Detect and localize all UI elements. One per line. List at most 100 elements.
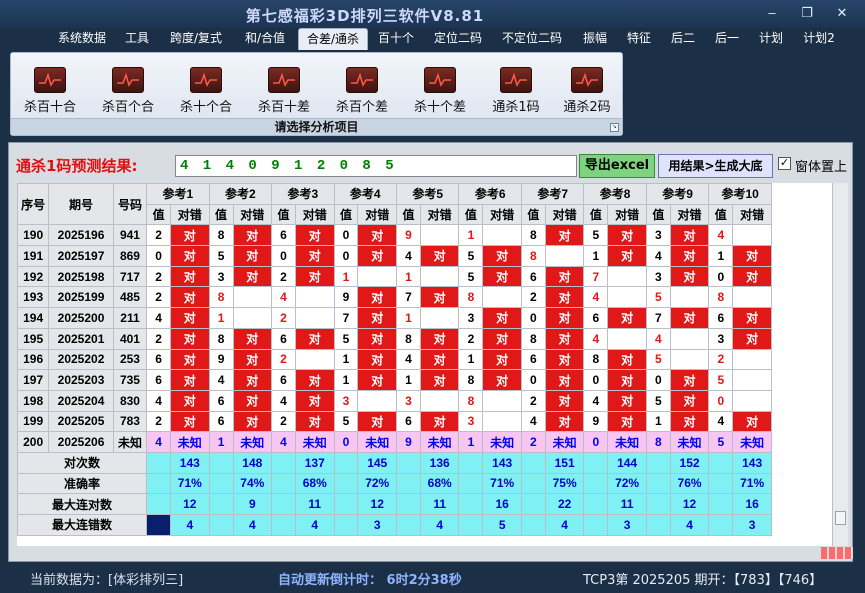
pending-row[interactable]: 200 2025206 未知 4 未知 1 未知 4 未知 0 未知 9 未知 1 未知 2 未知 0 未知 8 未知 5… <box>17 431 772 453</box>
export-excel-button[interactable]: 导出excel <box>579 154 655 178</box>
stat-spacer-cell <box>208 472 234 495</box>
pending-result-cell: 未知 <box>294 431 335 453</box>
ribbon-kill-bs-sum[interactable]: 杀百十合 <box>15 67 85 115</box>
stat-value-cell: 4 <box>419 514 460 536</box>
ref-value-cell: 6 <box>208 410 234 433</box>
tab-nonpositional-two[interactable]: 不定位二码 <box>494 28 570 50</box>
stat-value-cell: 12 <box>357 493 397 515</box>
chart-icon <box>268 67 300 93</box>
tab-span-compound[interactable]: 跨度/复式 <box>160 28 232 50</box>
ref-result-cell: 对 <box>170 245 210 267</box>
ref-value-cell: 3 <box>458 307 484 329</box>
close-button[interactable]: ✕ <box>830 4 854 22</box>
tab-sum-value[interactable]: 和/合值 <box>236 28 294 50</box>
ref-value-cell: 7 <box>645 307 671 329</box>
ref-result-cell <box>732 369 772 391</box>
tab-positional-two[interactable]: 定位二码 <box>426 28 490 50</box>
row-seq: 192 <box>17 265 50 288</box>
prediction-label: 通杀1码预测结果: <box>16 157 138 175</box>
results-grid: 序号 期号 号码 参考1 参考2 参考3 参考4 参考5 参考6 参考7 参考8… <box>17 183 832 546</box>
table-row[interactable]: 192 2025198 717 2 对 3 对 2 对 1 1 5 对 6 对 7 3 对 0 对 <box>17 265 772 288</box>
stat-spacer-cell <box>583 472 609 495</box>
table-row[interactable]: 195 2025201 401 2 对 8 对 6 对 5 对 8 对 2 对 8 对 4 4 3 对 <box>17 327 772 350</box>
pending-value-cell: 4 <box>146 431 172 453</box>
generate-base-button[interactable]: 用结果>生成大底 <box>658 154 773 178</box>
maximize-button[interactable]: ❐ <box>795 4 819 22</box>
ref-result-cell: 对 <box>544 307 585 329</box>
tab-features[interactable]: 特征 <box>620 28 658 50</box>
ref-result-cell: 对 <box>170 369 210 391</box>
ribbon-expand-icon[interactable]: ↘ <box>610 123 619 132</box>
table-row[interactable]: 199 2025205 783 2 对 6 对 2 对 5 对 6 对 3 4 对 9 对 1 对 4 对 <box>17 410 772 433</box>
tab-system-data[interactable]: 系统数据 <box>50 28 114 50</box>
ref-value-cell: 4 <box>146 307 172 329</box>
ref-result-cell: 对 <box>607 348 647 371</box>
tab-last-two[interactable]: 后二 <box>664 28 702 50</box>
stat-spacer-cell <box>271 514 296 536</box>
ribbon-kill-bg-diff[interactable]: 杀百个差 <box>327 67 397 115</box>
header-ref4: 参考4 <box>333 183 397 205</box>
minimize-button[interactable]: – <box>760 4 784 22</box>
ref-result-cell: 对 <box>544 369 585 391</box>
ref-value-cell: 6 <box>146 348 172 371</box>
ref-result-cell: 对 <box>357 369 397 391</box>
ribbon-kill-sg-diff[interactable]: 杀十个差 <box>405 67 475 115</box>
table-row[interactable]: 194 2025200 211 4 对 1 2 7 对 1 3 对 0 对 6 对 7 对 6 对 <box>17 307 772 329</box>
row-seq: 198 <box>17 389 50 412</box>
ref-result-cell <box>732 389 772 412</box>
vertical-scrollbar[interactable] <box>832 183 848 546</box>
ref-value-cell: 1 <box>395 369 421 391</box>
ref-result-cell: 对 <box>232 369 273 391</box>
stat-spacer-cell <box>583 514 609 536</box>
ref-value-cell: 7 <box>333 307 359 329</box>
ref-value-cell: 5 <box>458 245 484 267</box>
ref-value-cell: 6 <box>146 369 172 391</box>
ribbon-kill-sg-sum[interactable]: 杀十个合 <box>171 67 241 115</box>
tab-plan2[interactable]: 计划2 <box>796 28 842 50</box>
row-number: 830 <box>112 389 148 412</box>
row-seq: 190 <box>17 224 50 247</box>
sub-header-value: 值 <box>271 203 296 226</box>
stat-spacer-cell <box>583 451 609 474</box>
table-row[interactable]: 196 2025202 253 6 对 9 对 2 1 对 4 对 1 对 6 对 8 对 5 2 <box>17 348 772 371</box>
results-table: 序号 期号 号码 参考1 参考2 参考3 参考4 参考5 参考6 参考7 参考8… <box>17 183 772 536</box>
stat-label: 最大连错数 <box>17 514 148 536</box>
stat-spacer-cell <box>395 451 421 474</box>
table-row[interactable]: 191 2025197 869 0 对 5 对 0 对 0 对 4 对 5 对 8 1 对 4 对 1 对 <box>17 245 772 267</box>
tab-last-one[interactable]: 后一 <box>708 28 746 50</box>
ref-value-cell: 4 <box>583 327 609 350</box>
ref-value-cell: 4 <box>708 224 734 247</box>
ribbon-kill-1-code[interactable]: 通杀1码 <box>481 67 551 115</box>
ref-value-cell: 5 <box>333 327 359 350</box>
prediction-result-field[interactable]: 4 1 4 0 9 1 2 0 8 5 <box>175 155 577 177</box>
ref-value-cell: 8 <box>520 245 546 267</box>
scrollbar-thumb[interactable] <box>835 511 846 525</box>
table-row[interactable]: 193 2025199 485 2 对 8 4 9 对 7 对 8 2 对 4 5 8 <box>17 286 772 309</box>
pending-value-cell: 8 <box>645 431 671 453</box>
ref-value-cell: 5 <box>645 389 671 412</box>
ref-result-cell: 对 <box>669 265 710 288</box>
tab-plan[interactable]: 计划 <box>752 28 790 50</box>
ref-value-cell: 2 <box>708 348 734 371</box>
ribbon-kill-2-code[interactable]: 通杀2码 <box>552 67 622 115</box>
ribbon-kill-bg-sum[interactable]: 杀百个合 <box>93 67 163 115</box>
table-row[interactable]: 198 2025204 830 4 对 6 对 4 对 3 3 8 2 对 4 对 5 对 0 <box>17 389 772 412</box>
ref-result-cell: 对 <box>607 307 647 329</box>
ribbon-kill-bs-diff[interactable]: 杀百十差 <box>249 67 319 115</box>
tab-tools[interactable]: 工具 <box>118 28 156 50</box>
table-row[interactable]: 197 2025203 735 6 对 4 对 6 对 1 对 1 对 8 对 0 对 0 对 0 对 5 <box>17 369 772 391</box>
checkbox-check-icon[interactable]: ✓ <box>778 157 791 170</box>
ref-value-cell: 2 <box>146 224 172 247</box>
table-row[interactable]: 190 2025196 941 2 对 8 对 6 对 0 对 9 1 8 对 5 对 3 对 4 <box>17 224 772 247</box>
ref-result-cell <box>232 286 273 309</box>
stat-value-cell: 68% <box>294 472 335 495</box>
tab-sumdiff-kill[interactable]: 合差/通杀 <box>298 28 368 50</box>
tab-amplitude[interactable]: 振幅 <box>576 28 614 50</box>
ref-value-cell: 0 <box>645 369 671 391</box>
stat-value-cell: 9 <box>232 493 273 515</box>
ref-result-cell: 对 <box>232 327 273 350</box>
stat-spacer-cell <box>708 514 734 536</box>
tab-hundreds-tens-ones[interactable]: 百十个 <box>372 28 420 50</box>
ref-result-cell: 对 <box>357 307 397 329</box>
row-period: 2025202 <box>48 348 114 371</box>
